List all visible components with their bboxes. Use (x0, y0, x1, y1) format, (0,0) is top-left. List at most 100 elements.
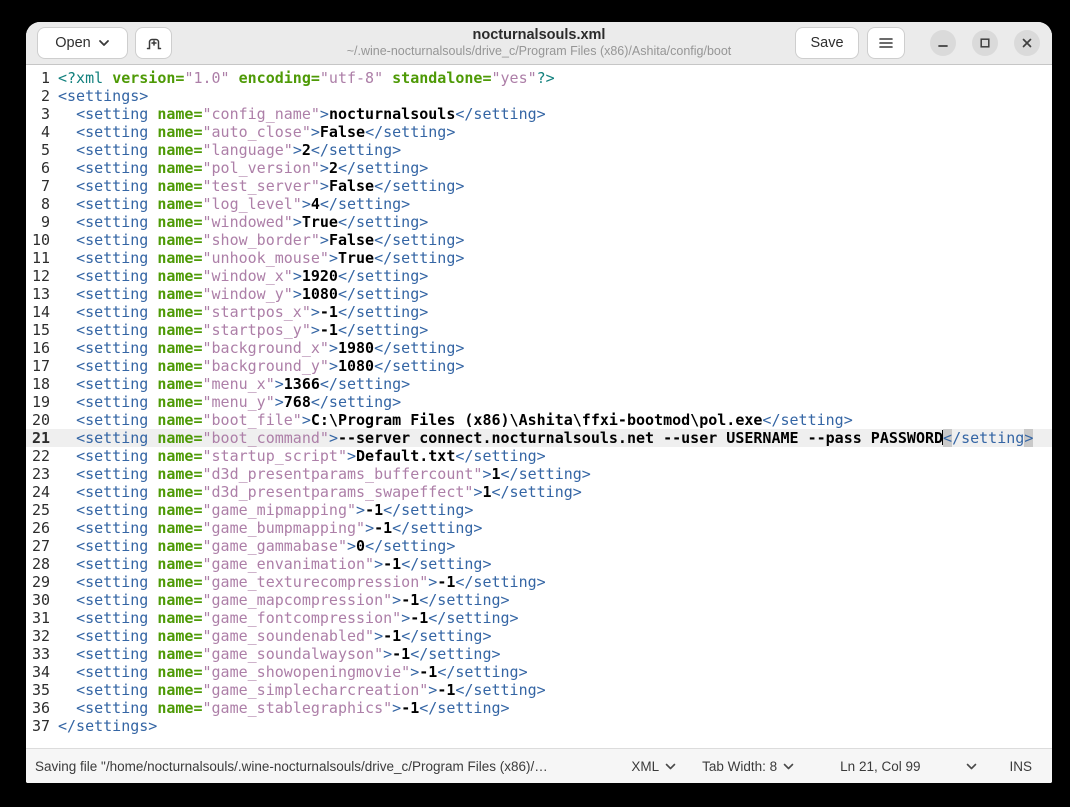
code-content: <setting name="d3d_presentparams_bufferc… (76, 465, 591, 483)
code-content: <setting name="game_soundalwayson">-1</s… (76, 645, 501, 663)
line-number: 10 (31, 231, 50, 249)
editor-area[interactable]: 1 <?xml version="1.0" encoding="utf-8" st… (26, 65, 1052, 748)
line-number: 37 (31, 717, 50, 735)
line-number: 8 (40, 195, 50, 213)
language-selector[interactable]: XML (625, 755, 682, 778)
chevron-down-icon (783, 763, 794, 770)
code-content: <setting name="auto_close">False</settin… (76, 123, 456, 141)
line-number: 3 (40, 105, 50, 123)
code-content: <setting name="game_mipmapping">-1</sett… (76, 501, 474, 519)
code-line[interactable]: 27 <setting name="game_gammabase">0</set… (26, 537, 1052, 555)
save-button[interactable]: Save (796, 28, 858, 58)
cursor-position-label: Ln 21, Col 99 (840, 758, 921, 774)
code-content: <setting name="game_simplecharcreation">… (76, 681, 546, 699)
line-number: 5 (40, 141, 50, 159)
line-number: 30 (31, 591, 50, 609)
maximize-button[interactable] (972, 30, 998, 56)
code-line[interactable]: 7 <setting name="test_server">False</set… (26, 177, 1052, 195)
line-number: 14 (31, 303, 50, 321)
maximize-icon (979, 37, 991, 49)
code-line[interactable]: 11 <setting name="unhook_mouse">True</se… (26, 249, 1052, 267)
line-number: 2 (40, 87, 50, 105)
code-content: <setting name="game_fontcompression">-1<… (76, 609, 519, 627)
line-number: 26 (31, 519, 50, 537)
minimize-button[interactable] (930, 30, 956, 56)
code-line[interactable]: 5 <setting name="language">2</setting> (26, 141, 1052, 159)
code-line[interactable]: 6 <setting name="pol_version">2</setting… (26, 159, 1052, 177)
code-line[interactable]: 30 <setting name="game_mapcompression">-… (26, 591, 1052, 609)
code-line[interactable]: 23 <setting name="d3d_presentparams_buff… (26, 465, 1052, 483)
line-number: 11 (31, 249, 50, 267)
code-line[interactable]: 14 <setting name="startpos_x">-1</settin… (26, 303, 1052, 321)
line-number: 17 (31, 357, 50, 375)
code-line[interactable]: 10 <setting name="show_border">False</se… (26, 231, 1052, 249)
tab-width-selector[interactable]: Tab Width: 8 (696, 755, 800, 778)
line-number: 31 (31, 609, 50, 627)
line-number: 15 (31, 321, 50, 339)
new-tab-button[interactable] (136, 28, 171, 58)
code-content: <setting name="background_y">1080</setti… (76, 357, 465, 375)
code-line[interactable]: 35 <setting name="game_simplecharcreatio… (26, 681, 1052, 699)
main-menu-button[interactable] (868, 28, 904, 58)
code-line[interactable]: 4 <setting name="auto_close">False</sett… (26, 123, 1052, 141)
code-content: <setting name="boot_command">--server co… (76, 429, 1034, 447)
code-line[interactable]: 15 <setting name="startpos_y">-1</settin… (26, 321, 1052, 339)
code-line[interactable]: 26 <setting name="game_bumpmapping">-1</… (26, 519, 1052, 537)
code-line[interactable]: 9 <setting name="windowed">True</setting… (26, 213, 1052, 231)
code-content: <setting name="game_mapcompression">-1</… (76, 591, 510, 609)
line-number: 23 (31, 465, 50, 483)
code-content: <setting name="show_border">False</setti… (76, 231, 465, 249)
close-button[interactable] (1014, 30, 1040, 56)
line-number: 12 (31, 267, 50, 285)
code-line[interactable]: 31 <setting name="game_fontcompression">… (26, 609, 1052, 627)
code-line[interactable]: 22 <setting name="startup_script">Defaul… (26, 447, 1052, 465)
line-number: 18 (31, 375, 50, 393)
code-line[interactable]: 25 <setting name="game_mipmapping">-1</s… (26, 501, 1052, 519)
code-content: <setting name="language">2</setting> (76, 141, 402, 159)
code-line[interactable]: 12 <setting name="window_x">1920</settin… (26, 267, 1052, 285)
editor-lines: 1 <?xml version="1.0" encoding="utf-8" st… (26, 69, 1052, 735)
status-bar: Saving file "/home/nocturnalsouls/.wine-… (26, 748, 1052, 783)
code-line[interactable]: 20 <setting name="boot_file">C:\Program … (26, 411, 1052, 429)
window-title: nocturnalsouls.xml (472, 27, 606, 43)
code-content: <setting name="startup_script">Default.t… (76, 447, 546, 465)
code-line[interactable]: 8 <setting name="log_level">4</setting> (26, 195, 1052, 213)
status-bar-right: XML Tab Width: 8 Ln 21, Col 99 INS (625, 755, 1032, 778)
code-line[interactable]: 37 </settings> (26, 717, 1052, 735)
line-number: 6 (40, 159, 50, 177)
line-number: 36 (31, 699, 50, 717)
code-line[interactable]: 3 <setting name="config_name">nocturnals… (26, 105, 1052, 123)
line-number: 28 (31, 555, 50, 573)
code-line[interactable]: 21 <setting name="boot_command">--server… (26, 429, 1052, 447)
code-line[interactable]: 29 <setting name="game_texturecompressio… (26, 573, 1052, 591)
code-content: <setting name="unhook_mouse">True</setti… (76, 249, 465, 267)
code-line[interactable]: 24 <setting name="d3d_presentparams_swap… (26, 483, 1052, 501)
chevron-down-icon (966, 763, 977, 770)
open-button[interactable]: Open (38, 28, 127, 58)
line-number: 24 (31, 483, 50, 501)
code-content: <setting name="startpos_y">-1</setting> (76, 321, 429, 339)
code-line[interactable]: 28 <setting name="game_envanimation">-1<… (26, 555, 1052, 573)
code-line[interactable]: 36 <setting name="game_stablegraphics">-… (26, 699, 1052, 717)
code-line[interactable]: 17 <setting name="background_y">1080</se… (26, 357, 1052, 375)
code-content: <setting name="game_showopeningmovie">-1… (76, 663, 528, 681)
close-icon (1021, 37, 1033, 49)
code-line[interactable]: 2 <settings> (26, 87, 1052, 105)
code-line[interactable]: 16 <setting name="background_x">1980</se… (26, 339, 1052, 357)
goto-line-chevron-button[interactable] (960, 759, 983, 774)
code-content: <setting name="d3d_presentparams_swapeff… (76, 483, 582, 501)
code-line[interactable]: 18 <setting name="menu_x">1366</setting> (26, 375, 1052, 393)
code-line[interactable]: 19 <setting name="menu_y">768</setting> (26, 393, 1052, 411)
code-content: <setting name="game_texturecompression">… (76, 573, 546, 591)
line-number: 22 (31, 447, 50, 465)
line-number: 33 (31, 645, 50, 663)
code-line[interactable]: 34 <setting name="game_showopeningmovie"… (26, 663, 1052, 681)
code-line[interactable]: 33 <setting name="game_soundalwayson">-1… (26, 645, 1052, 663)
code-line[interactable]: 1 <?xml version="1.0" encoding="utf-8" st… (26, 69, 1052, 87)
line-number: 20 (31, 411, 50, 429)
code-line[interactable]: 32 <setting name="game_soundenabled">-1<… (26, 627, 1052, 645)
code-content: <setting name="pol_version">2</setting> (76, 159, 429, 177)
cursor-position-button[interactable]: Ln 21, Col 99 (834, 755, 926, 778)
code-line[interactable]: 13 <setting name="window_y">1080</settin… (26, 285, 1052, 303)
code-content: <setting name="game_soundenabled">-1</se… (76, 627, 492, 645)
